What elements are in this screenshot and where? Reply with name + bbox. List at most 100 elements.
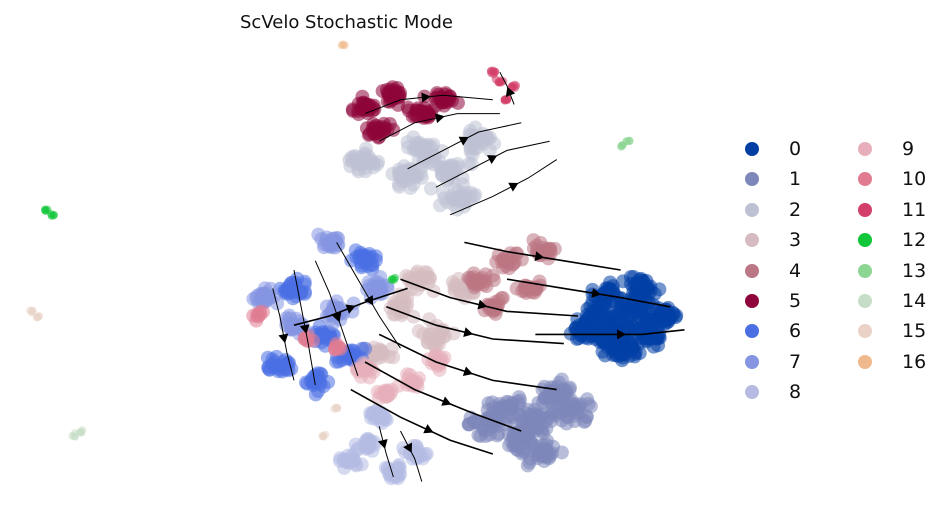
cluster-6-cell-group: [298, 366, 336, 402]
cluster-15-cell-group: [318, 430, 330, 441]
legend-label: 12: [902, 229, 927, 252]
cluster-4-cell-group: [526, 233, 562, 266]
legend-label: 11: [902, 198, 927, 221]
cluster-11-cell: [494, 78, 503, 87]
cluster-12-cell: [49, 211, 58, 220]
legend-swatch: [745, 324, 759, 339]
cluster-10-cell: [250, 309, 265, 324]
cluster-1-cell: [537, 391, 552, 406]
cluster-1-cell: [537, 447, 552, 462]
cells-layer: [26, 40, 684, 486]
legend-swatch: [745, 142, 759, 156]
cluster-7-cell: [255, 287, 270, 302]
cluster-1-cell: [562, 394, 577, 409]
cluster-6-cell: [297, 274, 312, 289]
cluster-15-cell: [32, 313, 41, 322]
cluster-15-cell: [330, 404, 339, 413]
cluster-3-cell: [386, 350, 401, 365]
cluster-13-cell-group: [622, 136, 634, 146]
legend-item-3: 3: [740, 225, 801, 255]
legend-label: 4: [789, 259, 802, 282]
cluster-2-cell: [403, 171, 418, 186]
cluster-6-cell: [306, 375, 321, 390]
cluster-8-cell: [378, 412, 393, 427]
cluster-2-cell: [354, 155, 369, 170]
cluster-1-cell: [501, 395, 516, 410]
cluster-2-cell: [482, 130, 497, 145]
cluster-8-cell-group: [378, 457, 408, 486]
cluster-1-cell: [525, 438, 540, 453]
legend-label: 15: [902, 320, 927, 343]
cluster-12-cell: [391, 273, 400, 282]
cluster-8-cell: [348, 457, 363, 472]
cluster-11-cell: [500, 96, 509, 105]
cluster-14-cell: [70, 429, 79, 438]
cluster-2-cell: [457, 189, 472, 204]
cluster-2-cell: [423, 181, 438, 196]
legend-item-11: 11: [853, 195, 926, 225]
legend-label: 7: [789, 350, 802, 373]
streamline-arrow: [434, 113, 445, 124]
legend-item-9: 9: [853, 134, 914, 164]
legend-item-5: 5: [740, 286, 801, 316]
cluster-0-cell: [610, 337, 625, 352]
legend-swatch: [745, 202, 759, 217]
cluster-1-cell: [483, 422, 498, 437]
cluster-10-cell-group: [246, 304, 270, 328]
cluster-5-cell: [384, 84, 399, 99]
cluster-9-cell-group: [391, 367, 426, 394]
cluster-10-cell-group: [327, 336, 348, 357]
cluster-0-cell: [631, 281, 646, 296]
cluster-3-cell: [447, 277, 462, 292]
cluster-2-cell: [456, 177, 471, 192]
cluster-4-cell: [505, 257, 520, 272]
legend-label: 0: [789, 138, 802, 160]
legend-item-6: 6: [740, 316, 801, 346]
cluster-12-cell-group: [47, 210, 58, 220]
cluster-10-cell: [328, 342, 343, 357]
legend-item-15: 15: [853, 316, 926, 346]
cluster-5-cell: [351, 96, 366, 111]
legend-swatch: [745, 172, 759, 187]
cluster-10-cell: [297, 331, 312, 346]
cluster-3-cell: [374, 344, 389, 359]
cluster-2-cell: [437, 191, 452, 206]
legend-item-8: 8: [740, 377, 801, 407]
legend-item-14: 14: [853, 286, 926, 316]
cluster-2-cell: [444, 159, 459, 174]
legend-swatch: [858, 263, 872, 278]
legend-swatch: [745, 354, 759, 369]
legend-swatch: [858, 142, 872, 156]
legend-item-4: 4: [740, 256, 801, 286]
legend-label: 14: [902, 290, 927, 312]
cluster-4-cell: [471, 275, 486, 290]
legend-swatch: [858, 354, 872, 369]
cluster-6-cell: [355, 248, 370, 263]
cluster-14-cell-group: [68, 429, 80, 441]
cluster-15-cell: [319, 432, 328, 441]
legend-item-7: 7: [740, 347, 801, 377]
cluster-5-cell-group: [345, 89, 382, 122]
cluster-3-cell: [410, 269, 425, 284]
legend-swatch: [858, 233, 872, 248]
cluster-0-cell: [595, 344, 610, 359]
legend-swatch: [858, 172, 872, 187]
legend-label: 10: [902, 168, 927, 191]
cluster-7-cell-group: [311, 227, 346, 255]
cluster-11-cell: [487, 67, 496, 76]
cluster-5-cell: [367, 126, 382, 141]
legend-label: 16: [902, 350, 927, 373]
legend-label: 2: [789, 198, 802, 221]
cluster-0-cell: [579, 318, 594, 333]
cluster-13-cell: [623, 136, 632, 145]
cluster-1-cell: [520, 458, 535, 473]
cluster-0-cell: [642, 304, 657, 319]
legend-swatch: [745, 263, 759, 278]
cluster-0-cell: [662, 310, 677, 325]
legend-label: 6: [789, 320, 802, 343]
legend-item-10: 10: [853, 164, 926, 194]
cluster-5-cell: [434, 90, 449, 105]
cluster-11-cell-group: [500, 94, 512, 105]
cluster-1-cell: [462, 417, 477, 432]
legend-label: 3: [789, 229, 802, 252]
